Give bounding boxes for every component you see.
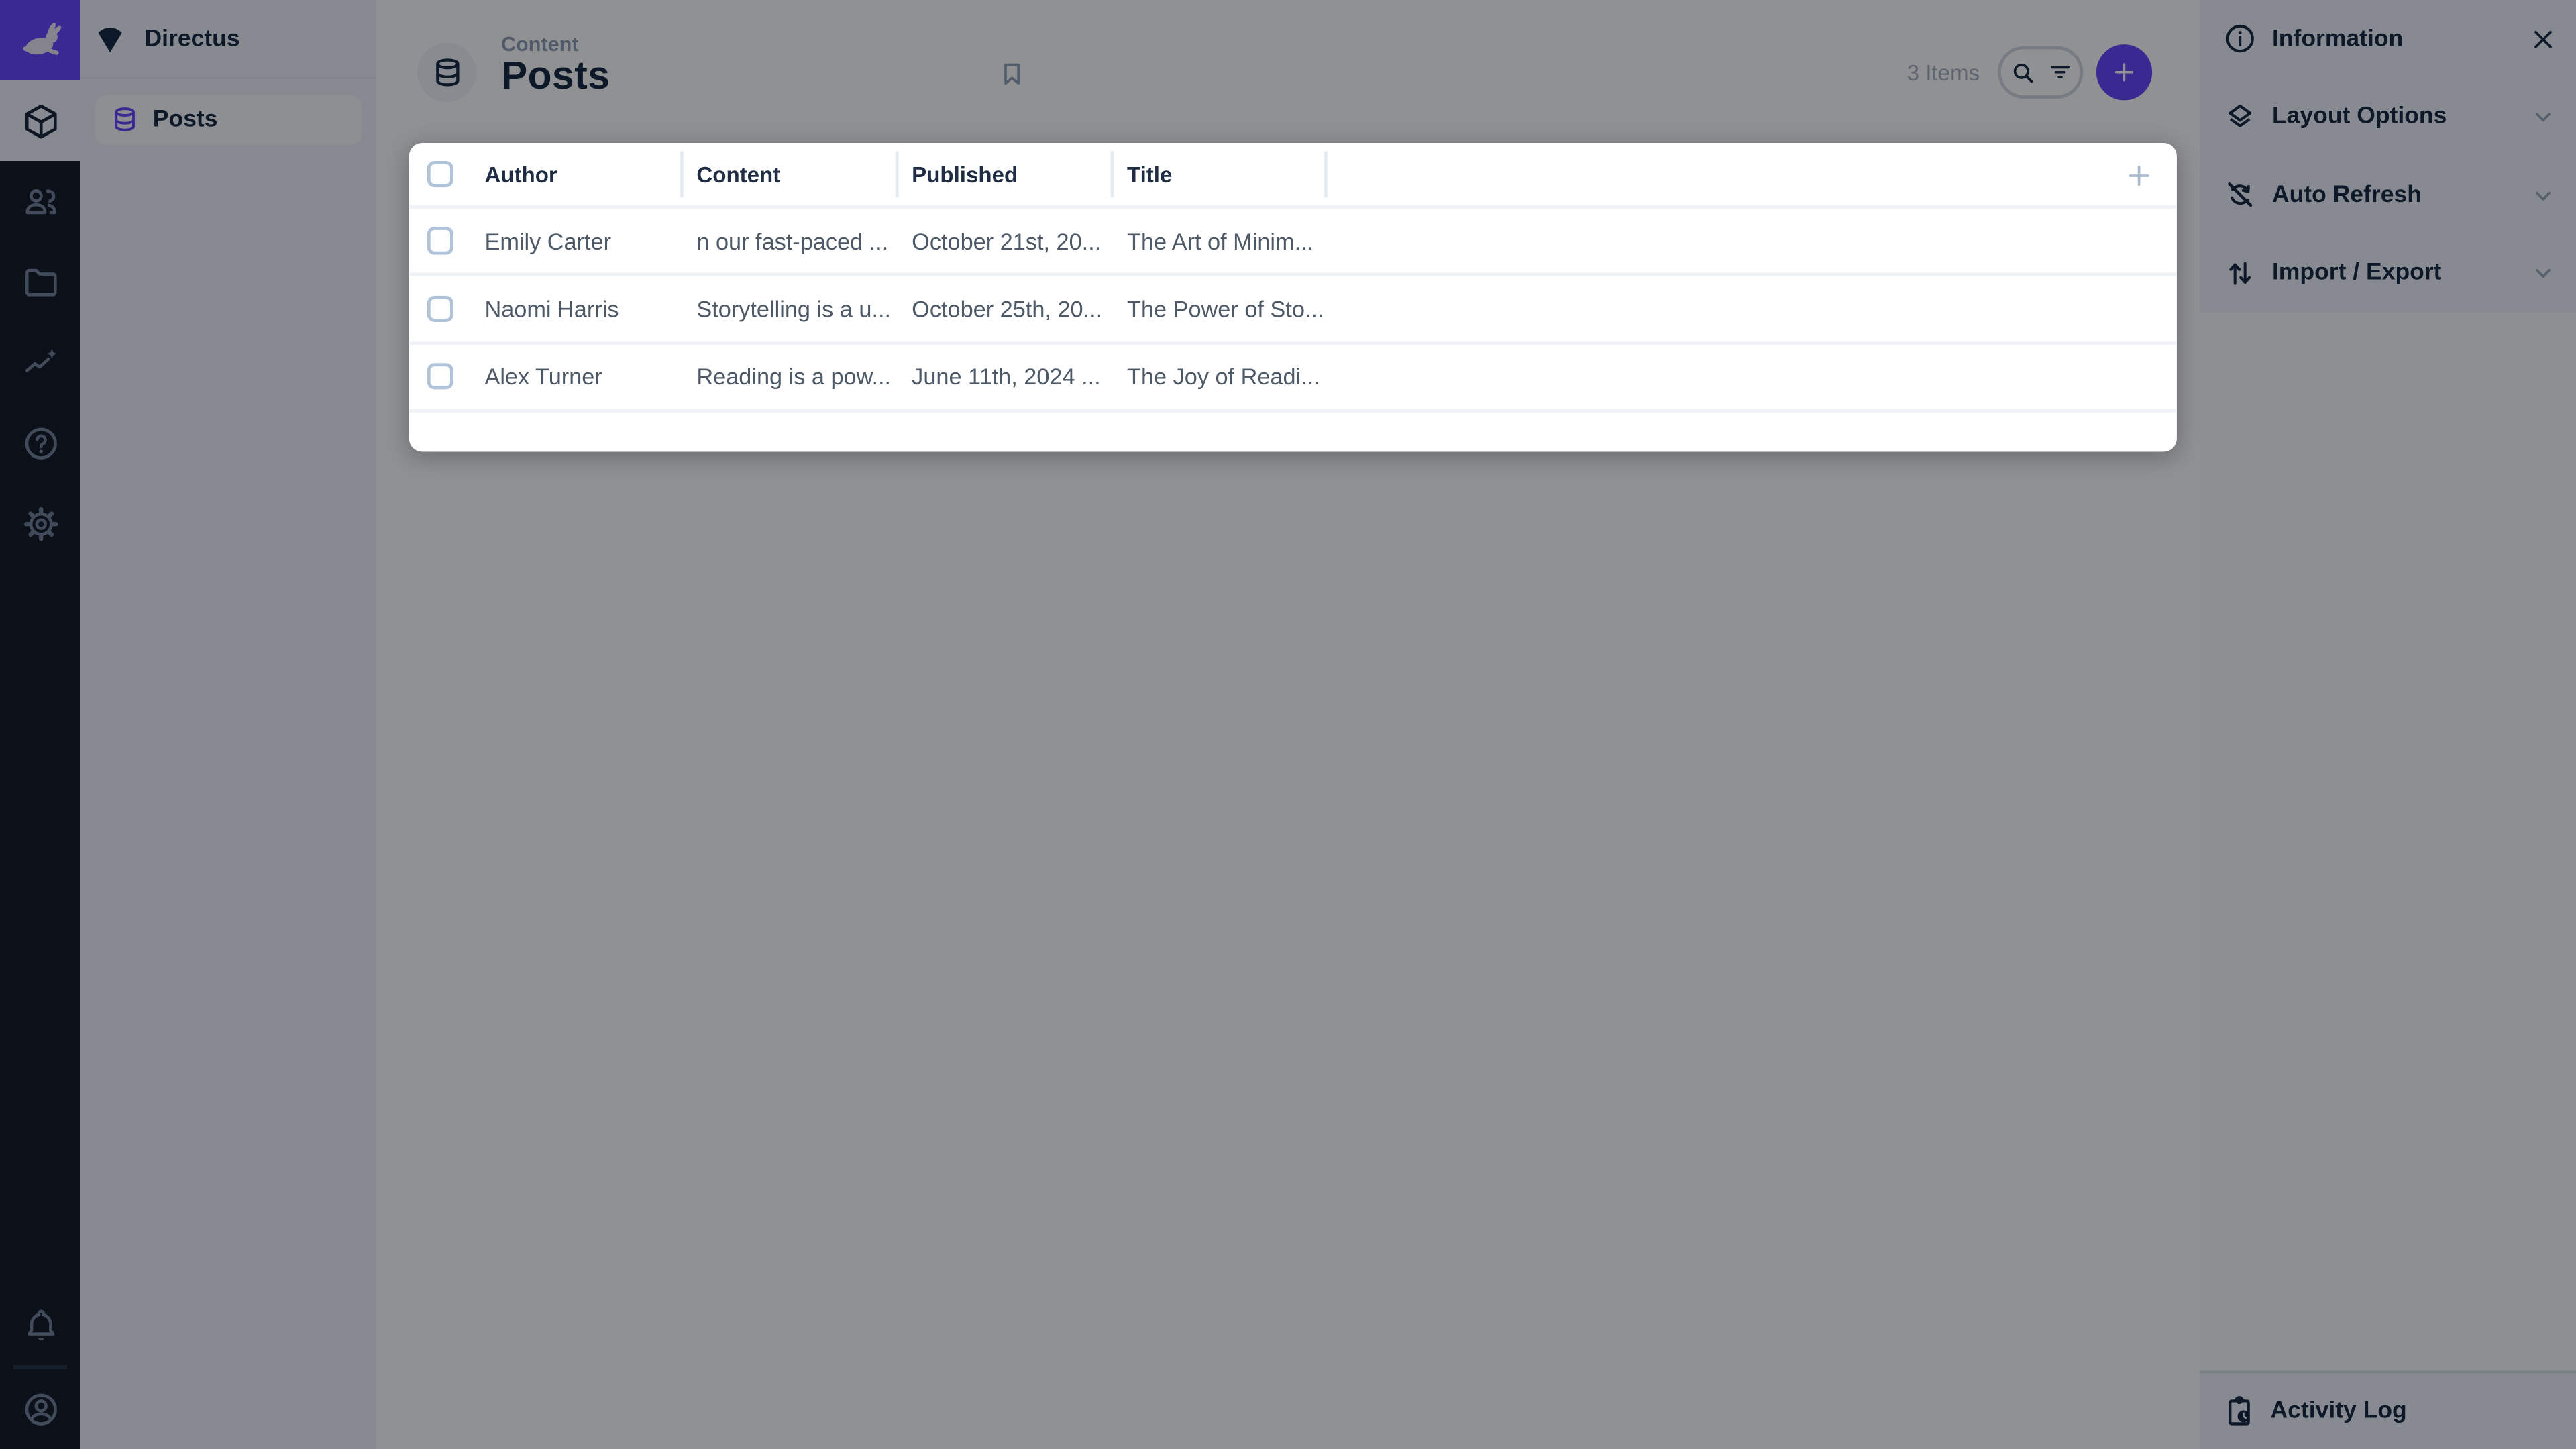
cell-content: Reading is a pow...: [680, 364, 896, 390]
row-select-cell: [409, 209, 468, 273]
row-checkbox[interactable]: [427, 363, 453, 390]
row-select-cell: [409, 344, 468, 409]
row-select-cell: [409, 276, 468, 341]
add-column-button[interactable]: [2123, 160, 2155, 193]
select-all-checkbox[interactable]: [427, 160, 453, 187]
column-header-author[interactable]: Author: [468, 143, 680, 205]
table-header-row: Author Content Published Title: [409, 143, 2177, 209]
column-header-published[interactable]: Published: [896, 143, 1111, 205]
plus-icon: [2123, 160, 2155, 193]
column-header-content[interactable]: Content: [680, 143, 896, 205]
cell-author: Emily Carter: [468, 228, 680, 254]
column-header-title[interactable]: Title: [1111, 143, 1324, 205]
cell-content: Storytelling is a u...: [680, 296, 896, 322]
cell-title: The Art of Minim...: [1111, 228, 1324, 254]
cell-content: n our fast-paced ...: [680, 228, 896, 254]
directus-app: Directus Posts Content Posts: [0, 0, 2576, 1449]
row-checkbox[interactable]: [427, 295, 453, 322]
row-checkbox[interactable]: [427, 227, 453, 254]
cell-author: Naomi Harris: [468, 296, 680, 322]
cell-published: October 25th, 20...: [896, 296, 1111, 322]
column-header-spacer: [1324, 143, 2177, 205]
cell-title: The Power of Sto...: [1111, 296, 1324, 322]
items-table-card: Author Content Published Title Emily Car…: [409, 143, 2177, 451]
table-row[interactable]: Alex Turner Reading is a pow... June 11t…: [409, 344, 2177, 412]
table-row[interactable]: Emily Carter n our fast-paced ... Octobe…: [409, 209, 2177, 276]
table-row[interactable]: Naomi Harris Storytelling is a u... Octo…: [409, 276, 2177, 344]
cell-title: The Joy of Readi...: [1111, 364, 1324, 390]
cell-published: June 11th, 2024 ...: [896, 364, 1111, 390]
cell-published: October 21st, 20...: [896, 228, 1111, 254]
select-all-cell: [409, 143, 468, 205]
cell-author: Alex Turner: [468, 364, 680, 390]
